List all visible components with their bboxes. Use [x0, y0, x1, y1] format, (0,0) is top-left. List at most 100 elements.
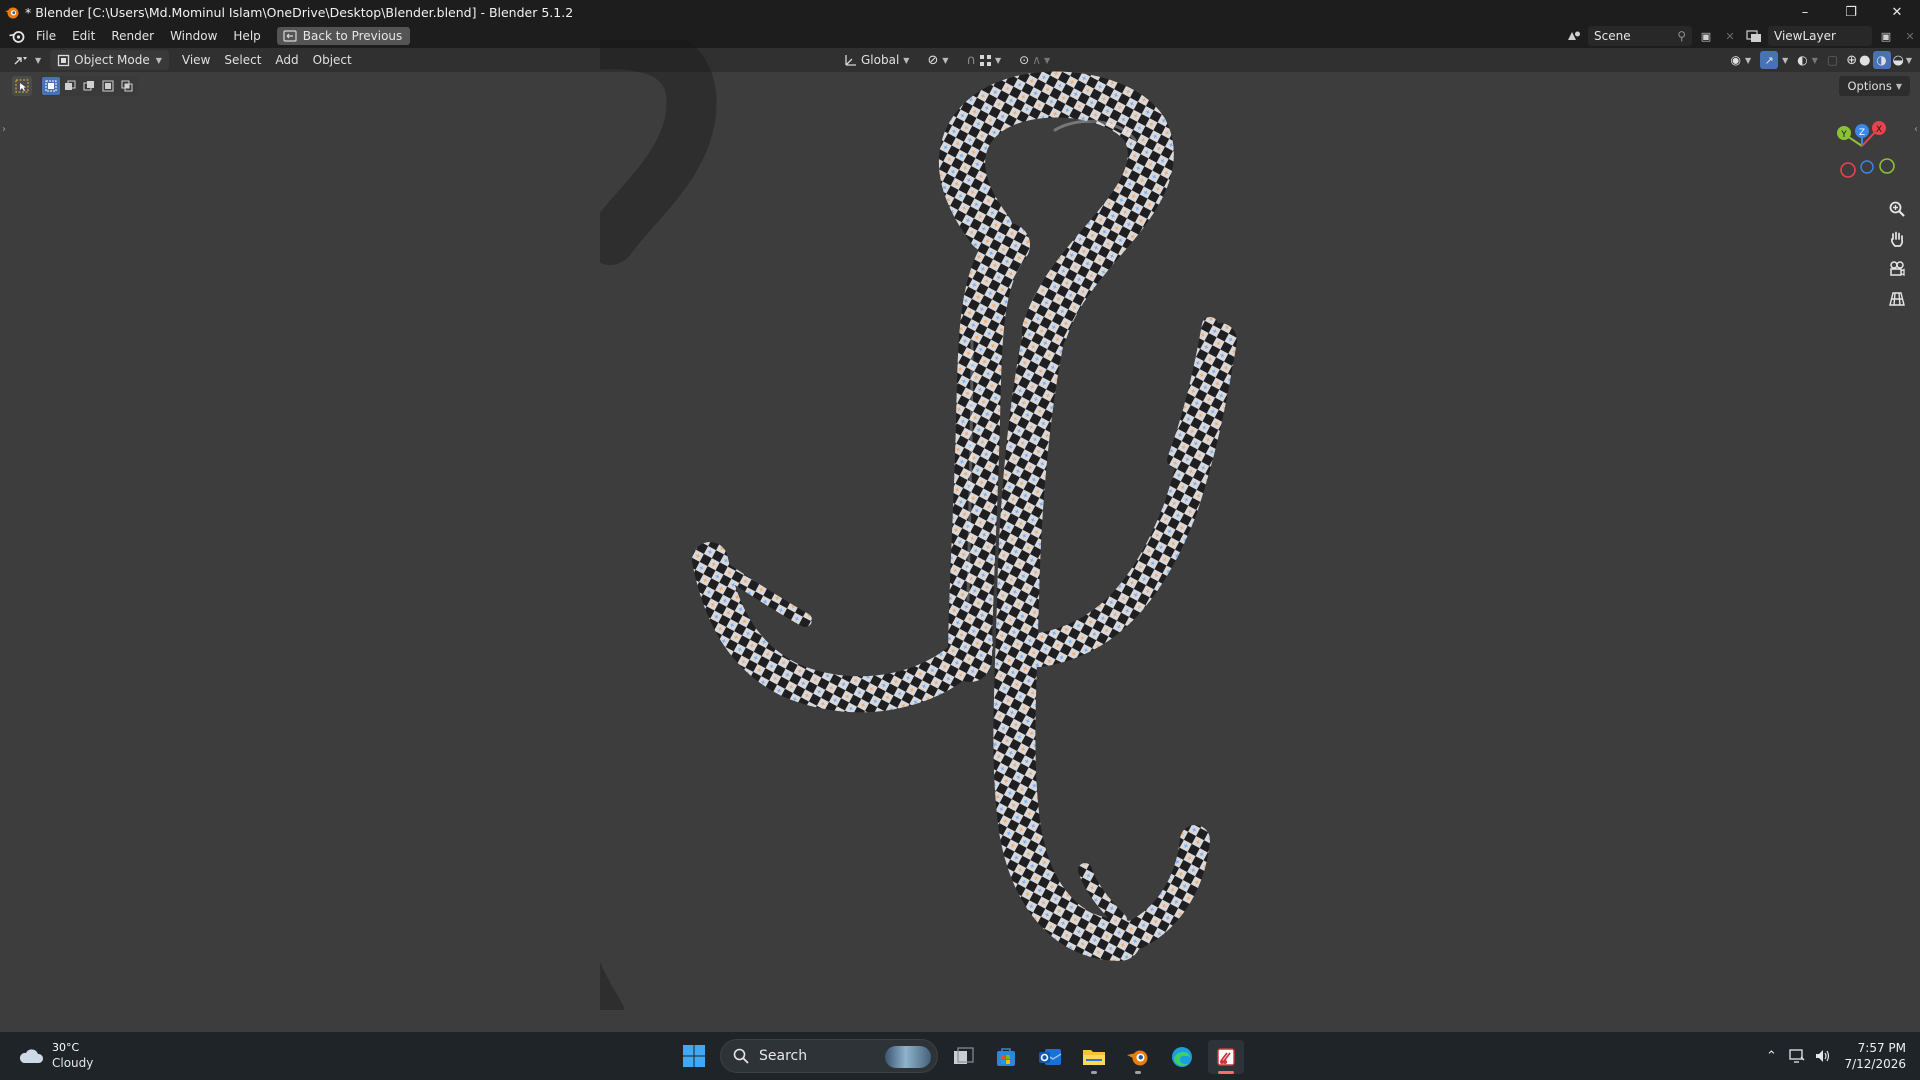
pan-view-button[interactable]: [1884, 226, 1910, 252]
visibility-dropdown[interactable]: ◉ ▼: [1727, 50, 1754, 70]
scene-label: Scene: [1594, 29, 1631, 43]
windows-start-icon: [683, 1045, 705, 1067]
scene-viewlayer-controls: Scene ⚲ ▣ ✕ ViewLayer ▣ ✕: [1564, 24, 1920, 48]
scene-selector-icon[interactable]: [1564, 27, 1584, 45]
wireframe-shading-icon[interactable]: ⊕: [1846, 53, 1857, 68]
taskbar-clock[interactable]: 7:57 PM 7/12/2026: [1844, 1040, 1906, 1072]
grid-ortho-icon: [1889, 292, 1905, 306]
back-to-previous-button[interactable]: Back to Previous: [276, 27, 411, 45]
blender-logo-icon: [1127, 1050, 1148, 1066]
windows-taskbar: 30°C Cloudy Search ⌃ 7:57 PM 7/12/2026: [0, 1032, 1920, 1080]
navigation-gizmo[interactable]: Y Z X: [1828, 118, 1898, 182]
taskbar-search[interactable]: Search: [720, 1039, 938, 1073]
pin-icon[interactable]: ⚲: [1677, 29, 1686, 43]
zoom-view-button[interactable]: [1884, 196, 1910, 222]
gizmo-neg-x[interactable]: [1840, 162, 1856, 178]
blender-logo-icon: [5, 7, 19, 19]
rendered-shading-icon[interactable]: ◒: [1893, 53, 1904, 68]
shading-modes[interactable]: ⊕ ● ◑ ◒ ▼: [1844, 50, 1914, 70]
show-hidden-icons-chevron[interactable]: ⌃: [1758, 1044, 1784, 1068]
system-tray: ⌃ 7:57 PM 7/12/2026: [1758, 1032, 1920, 1080]
search-icon: [733, 1048, 749, 1064]
blender-logo-icon: [9, 31, 25, 43]
remove-scene-icon[interactable]: ✕: [1720, 27, 1740, 45]
taskbar-blender[interactable]: [1120, 1040, 1156, 1074]
taskbar-outlook[interactable]: [1032, 1040, 1068, 1074]
volume-icon[interactable]: [1810, 1044, 1836, 1068]
menu-edit[interactable]: Edit: [64, 24, 103, 48]
window-title: * Blender [C:\Users\Md.Mominul Islam\One…: [25, 4, 574, 20]
close-button[interactable]: ✕: [1874, 0, 1920, 24]
taskbar-edge[interactable]: [1164, 1040, 1200, 1074]
viewlayer-selector-icon[interactable]: [1744, 27, 1764, 45]
gizmo-x-label: X: [1876, 125, 1882, 135]
solid-shading-icon[interactable]: ●: [1859, 53, 1870, 68]
menu-window[interactable]: Window: [162, 24, 225, 48]
menu-object[interactable]: Object: [306, 50, 359, 70]
menu-view[interactable]: View: [175, 50, 217, 70]
gizmo-y-label: Y: [1840, 130, 1847, 140]
object-mode-dropdown[interactable]: Object Mode ▼: [50, 50, 169, 70]
taskbar-store[interactable]: [988, 1040, 1024, 1074]
editor-type-icon: [14, 57, 27, 65]
restore-button[interactable]: ❐: [1828, 0, 1874, 24]
new-viewlayer-icon[interactable]: ▣: [1876, 27, 1896, 45]
taskbar-task-view[interactable]: [946, 1040, 982, 1074]
object-mode-icon: [58, 54, 70, 66]
chevron-down-icon: ▼: [1782, 55, 1789, 65]
chevron-down-icon: ▼: [1895, 81, 1902, 91]
new-scene-icon[interactable]: ▣: [1696, 27, 1716, 45]
snipping-tool-icon: [1217, 1048, 1235, 1066]
select-extend-icon[interactable]: [61, 77, 79, 95]
taskbar-snipping-tool[interactable]: [1208, 1040, 1244, 1074]
gizmo-toggle[interactable]: ↗ ▼: [1757, 50, 1791, 70]
viewlayer-field[interactable]: ViewLayer: [1768, 26, 1872, 46]
overlays-toggle[interactable]: ◐ ▼: [1794, 50, 1821, 70]
ortho-toggle-button[interactable]: [1884, 286, 1910, 312]
material-preview-icon[interactable]: ◑: [1872, 51, 1891, 69]
menu-add[interactable]: Add: [268, 50, 305, 70]
scene-field[interactable]: Scene ⚲: [1588, 26, 1692, 46]
menu-file[interactable]: File: [28, 24, 64, 48]
back-to-previous-label: Back to Previous: [302, 29, 403, 43]
gizmo-neg-z[interactable]: [1860, 160, 1874, 174]
search-label: Search: [759, 1048, 808, 1064]
folder-icon: [1083, 1050, 1105, 1065]
eye-icon: ◉: [1730, 53, 1741, 67]
xray-icon: ▢: [1826, 53, 1839, 67]
tool-settings: [12, 76, 138, 96]
remove-viewlayer-icon[interactable]: ✕: [1900, 27, 1920, 45]
options-dropdown[interactable]: Options ▼: [1839, 76, 1910, 96]
select-invert-icon[interactable]: [99, 77, 117, 95]
gizmo-z-label: Z: [1859, 128, 1865, 138]
menu-select[interactable]: Select: [217, 50, 268, 70]
task-view-icon: [954, 1047, 974, 1064]
chevron-down-icon: ▼: [1905, 55, 1912, 65]
menu-help[interactable]: Help: [225, 24, 268, 48]
menu-render[interactable]: Render: [103, 24, 162, 48]
overlays-icon: ◐: [1797, 53, 1808, 67]
taskbar-file-explorer[interactable]: [1076, 1040, 1112, 1074]
blender-menu-logo[interactable]: [6, 25, 28, 47]
network-icon[interactable]: [1784, 1044, 1810, 1068]
search-highlight-image: [885, 1046, 931, 1068]
start-button[interactable]: [680, 1042, 708, 1070]
toolbar-expand-arrow[interactable]: ›: [2, 124, 6, 135]
minimize-button[interactable]: –: [1782, 0, 1828, 24]
chevron-down-icon: ▼: [155, 55, 162, 65]
clock-time: 7:57 PM: [1857, 1041, 1906, 1055]
screen-back-icon: [283, 30, 297, 42]
sidebar-expand-arrow[interactable]: ‹: [1914, 124, 1918, 135]
weather-condition: Cloudy: [52, 1056, 94, 1070]
editor-type-button[interactable]: ▼: [6, 50, 48, 70]
select-tool-button[interactable]: [12, 76, 32, 96]
select-subtract-icon[interactable]: [80, 77, 98, 95]
gizmo-neg-y[interactable]: [1879, 158, 1895, 174]
weather-widget[interactable]: 30°C Cloudy: [18, 1040, 93, 1071]
camera-view-button[interactable]: [1884, 256, 1910, 282]
edge-browser-icon: [1172, 1047, 1192, 1067]
xray-toggle[interactable]: ▢: [1824, 50, 1841, 70]
select-new-icon[interactable]: [42, 77, 60, 95]
select-intersect-icon[interactable]: [118, 77, 136, 95]
viewport-3d-model[interactable]: [600, 40, 1300, 1010]
